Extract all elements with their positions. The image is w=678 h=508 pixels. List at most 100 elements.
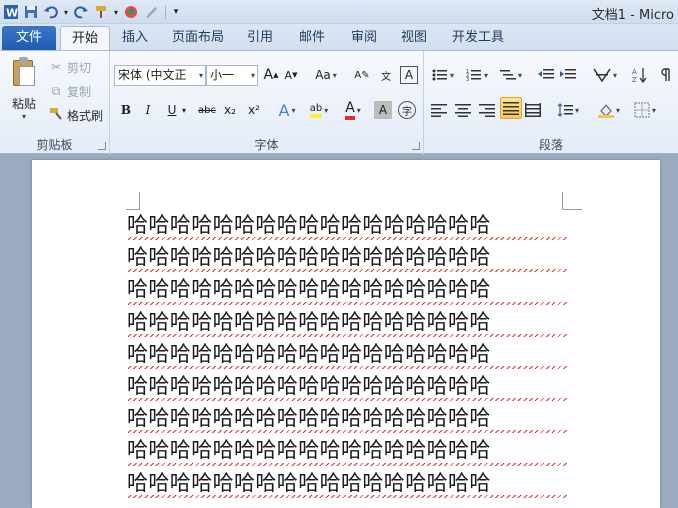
text-line[interactable]: 哈哈哈哈哈哈哈哈哈哈哈哈哈哈哈哈哈	[127, 307, 577, 339]
numbering-button[interactable]: 1 2 3 ▾	[464, 64, 490, 86]
grow-font-button[interactable]: A ▲	[262, 64, 280, 86]
margin-corner-mark	[126, 192, 140, 210]
word-app-icon[interactable]: W	[2, 3, 20, 21]
document-body[interactable]: 哈哈哈哈哈哈哈哈哈哈哈哈哈哈哈哈哈 哈哈哈哈哈哈哈哈哈哈哈哈哈哈哈哈哈 哈哈哈哈…	[127, 210, 577, 500]
underline-button[interactable]: U	[164, 99, 180, 121]
text-line[interactable]: 哈哈哈哈哈哈哈哈哈哈哈哈哈哈哈哈哈	[127, 210, 577, 242]
highlight-label: ab	[309, 103, 323, 118]
undo-icon[interactable]	[42, 3, 60, 21]
text-line[interactable]: 哈哈哈哈哈哈哈哈哈哈哈哈哈哈哈哈哈	[127, 371, 577, 403]
margin-corner-mark	[562, 192, 582, 210]
clipboard-launcher-icon[interactable]	[98, 142, 106, 150]
superscript-button[interactable]: x²	[244, 99, 264, 121]
distributed-button[interactable]	[524, 99, 542, 121]
text-line[interactable]: 哈哈哈哈哈哈哈哈哈哈哈哈哈哈哈哈哈	[127, 403, 577, 435]
format-painter-button[interactable]: 格式刷	[48, 105, 103, 125]
copy-button[interactable]: ⧉ 复制	[48, 81, 91, 101]
tab-mailings[interactable]: 邮件	[290, 26, 334, 50]
qat-dropdown-icon[interactable]: ▾	[112, 3, 120, 21]
font-launcher-icon[interactable]	[412, 142, 420, 150]
change-case-button[interactable]: Aa ▾	[312, 64, 340, 86]
bold-button[interactable]: B	[118, 99, 134, 121]
tab-review[interactable]: 审阅	[342, 26, 386, 50]
font-size-field[interactable]: 小一 ▾	[206, 65, 258, 86]
paste-dropdown-icon[interactable]: ▾	[6, 112, 42, 121]
tab-references[interactable]: 引用	[238, 26, 282, 50]
paste-label: 粘贴	[11, 97, 36, 111]
clear-format-icon[interactable]: A✎	[352, 64, 372, 86]
shrink-font-button[interactable]: A ▼	[282, 64, 300, 86]
character-border-icon[interactable]: A	[400, 66, 418, 84]
customize-qat-icon[interactable]: ▾	[171, 3, 181, 21]
color-icon[interactable]	[122, 3, 140, 21]
tab-home[interactable]: 开始	[60, 26, 110, 50]
text-line[interactable]: 哈哈哈哈哈哈哈哈哈哈哈哈哈哈哈哈哈	[127, 339, 577, 371]
redo-icon[interactable]	[72, 3, 90, 21]
font-name-value: 宋体 (中文正	[118, 68, 187, 82]
spelling-error-underline	[128, 237, 567, 241]
cut-label: 剪切	[67, 60, 92, 75]
brush-icon	[48, 107, 64, 123]
font-name-field[interactable]: 宋体 (中文正 ▾	[114, 65, 206, 86]
save-icon[interactable]	[22, 3, 40, 21]
undo-dropdown-icon[interactable]: ▾	[62, 3, 70, 21]
subscript-button[interactable]: x₂	[220, 99, 240, 121]
bullets-button[interactable]: ▾	[430, 64, 456, 86]
tab-view[interactable]: 视图	[392, 26, 436, 50]
borders-button[interactable]: ▾	[630, 99, 660, 121]
text-line[interactable]: 哈哈哈哈哈哈哈哈哈哈哈哈哈哈哈哈哈	[127, 242, 577, 274]
paste-button[interactable]: 粘贴 ▾	[6, 57, 42, 125]
align-left-button[interactable]	[430, 99, 448, 121]
font-color-button[interactable]: A ▾	[340, 99, 366, 121]
paragraph-group: ▾ 1 2 3 ▾ ▾ ▾ AZ ▾ ▾ ▾ 段落	[424, 51, 678, 155]
italic-button[interactable]: I	[140, 99, 156, 121]
spelling-error-underline	[128, 430, 567, 434]
increase-indent-button[interactable]	[558, 64, 578, 86]
cut-button[interactable]: ✂ 剪切	[48, 57, 91, 77]
phonetic-guide-icon[interactable]: 文	[376, 64, 396, 86]
show-formatting-marks-button[interactable]	[658, 64, 674, 86]
character-shading-button[interactable]: A	[374, 101, 392, 119]
copy-label: 复制	[67, 84, 92, 99]
multilevel-list-button[interactable]: ▾	[498, 64, 524, 86]
clipboard-group-label: 剪贴板	[36, 138, 73, 152]
tab-insert[interactable]: 插入	[112, 26, 158, 50]
spelling-error-underline	[128, 398, 567, 402]
document-page[interactable]: 哈哈哈哈哈哈哈哈哈哈哈哈哈哈哈哈哈 哈哈哈哈哈哈哈哈哈哈哈哈哈哈哈哈哈 哈哈哈哈…	[32, 160, 660, 508]
paragraph-group-label: 段落	[538, 138, 563, 152]
draw-icon[interactable]	[142, 3, 160, 21]
justify-button[interactable]	[500, 97, 522, 119]
spelling-error-underline	[128, 462, 567, 466]
line-spacing-button[interactable]: ▾	[554, 99, 582, 121]
format-painter-label: 格式刷	[67, 108, 104, 123]
scissors-icon: ✂	[50, 60, 62, 74]
text-line[interactable]: 哈哈哈哈哈哈哈哈哈哈哈哈哈哈哈哈哈	[127, 274, 577, 306]
text-line[interactable]: 哈哈哈哈哈哈哈哈哈哈哈哈哈哈哈哈哈	[127, 435, 577, 467]
spelling-error-underline	[128, 269, 567, 273]
ribbon: 粘贴 ▾ ✂ 剪切 ⧉ 复制 格式刷 剪贴板 宋体 (中文正 ▾ 小一 ▾ A	[0, 50, 678, 155]
enclose-characters-button[interactable]: 字	[398, 101, 416, 119]
paste-icon	[12, 57, 36, 87]
clipboard-group: 粘贴 ▾ ✂ 剪切 ⧉ 复制 格式刷 剪贴板	[0, 51, 110, 155]
tab-file[interactable]: 文件	[2, 26, 56, 50]
svg-text:3: 3	[466, 77, 469, 82]
underline-dropdown-icon[interactable]: ▾	[180, 99, 188, 121]
font-size-dropdown-icon[interactable]: ▾	[251, 66, 255, 85]
font-name-dropdown-icon[interactable]: ▾	[199, 66, 203, 85]
align-center-button[interactable]	[454, 99, 472, 121]
text-effects-button[interactable]: A ▾	[274, 99, 300, 121]
chinese-layout-button[interactable]: ▾	[590, 64, 620, 86]
align-right-button[interactable]	[478, 99, 496, 121]
highlight-button[interactable]: ab ▾	[304, 99, 334, 121]
strikethrough-button[interactable]: abc	[196, 99, 218, 121]
font-size-value: 小一	[210, 68, 235, 82]
spelling-error-underline	[128, 365, 567, 369]
text-effects-label: A	[278, 100, 290, 120]
tab-page-layout[interactable]: 页面布局	[166, 26, 230, 50]
decrease-indent-button[interactable]	[536, 64, 556, 86]
sort-button[interactable]: AZ	[630, 64, 650, 86]
text-line[interactable]: 哈哈哈哈哈哈哈哈哈哈哈哈哈哈哈哈哈	[127, 468, 577, 500]
shading-button[interactable]: ▾	[594, 99, 624, 121]
tab-developer[interactable]: 开发工具	[446, 26, 510, 50]
format-painter-qat-icon[interactable]	[92, 3, 110, 21]
